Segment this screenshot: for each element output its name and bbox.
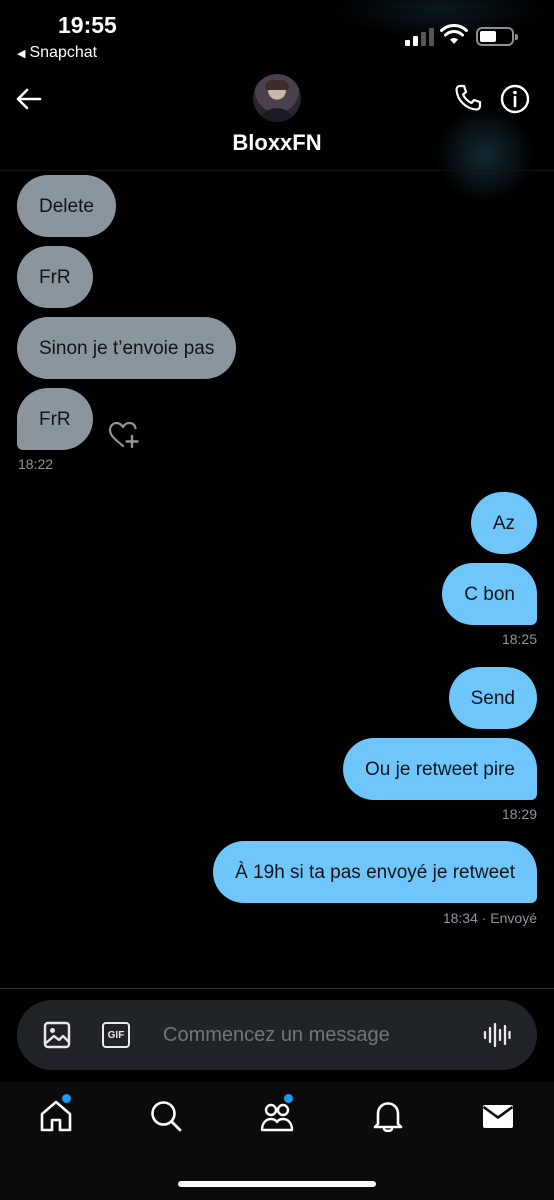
bell-icon[interactable] [370, 1098, 406, 1134]
sent-message[interactable]: Az [470, 492, 537, 554]
wifi-icon [440, 24, 468, 44]
home-icon[interactable] [38, 1098, 74, 1134]
heart-plus-icon[interactable] [108, 420, 140, 450]
header-divider [0, 170, 554, 171]
message-timestamp: 18:25 [501, 631, 537, 647]
voice-icon[interactable] [483, 1021, 511, 1049]
back-app-label: Snapchat [29, 44, 98, 61]
sent-message[interactable]: À 19h si ta pas envoyé je retweet [213, 841, 537, 903]
battery-icon [476, 27, 518, 46]
home-indicator[interactable] [178, 1181, 376, 1187]
signal-icon [405, 28, 434, 46]
info-icon[interactable] [499, 83, 531, 115]
communities-notification-dot [284, 1094, 293, 1103]
composer-divider [0, 988, 554, 989]
received-message[interactable]: FrR [17, 388, 93, 450]
phone-icon[interactable] [452, 82, 484, 114]
conversation-header: BloxxFN [0, 70, 554, 200]
received-message[interactable]: FrR [17, 246, 93, 308]
message-input[interactable] [163, 1020, 463, 1050]
home-notification-dot [62, 1094, 71, 1103]
contact-name[interactable]: BloxxFN [0, 130, 554, 156]
image-icon[interactable] [43, 1021, 71, 1049]
mail-icon[interactable] [480, 1098, 516, 1134]
message-timestamp: 18:29 [501, 806, 537, 822]
message-timestamp: 18:34 · Envoyé [442, 910, 537, 926]
received-message[interactable]: Sinon je t’envoie pas [17, 317, 237, 379]
sent-message[interactable]: Ou je retweet pire [343, 738, 537, 800]
back-to-app-link[interactable]: ◀ Snapchat [17, 44, 97, 62]
gif-icon[interactable]: GIF [102, 1022, 130, 1048]
received-message[interactable]: Delete [17, 175, 116, 237]
sent-message[interactable]: Send [448, 667, 537, 729]
status-time: 19:55 [58, 12, 117, 38]
message-composer: GIF [17, 1000, 537, 1070]
back-triangle-icon: ◀ [17, 47, 26, 60]
avatar[interactable] [253, 74, 301, 122]
message-timestamp: 18:22 [18, 456, 54, 472]
back-arrow-icon[interactable] [14, 84, 44, 114]
search-icon[interactable] [148, 1098, 184, 1134]
communities-icon[interactable] [259, 1098, 295, 1134]
sent-message[interactable]: C bon [442, 563, 537, 625]
status-bar: 19:55 ◀ Snapchat [0, 0, 554, 70]
